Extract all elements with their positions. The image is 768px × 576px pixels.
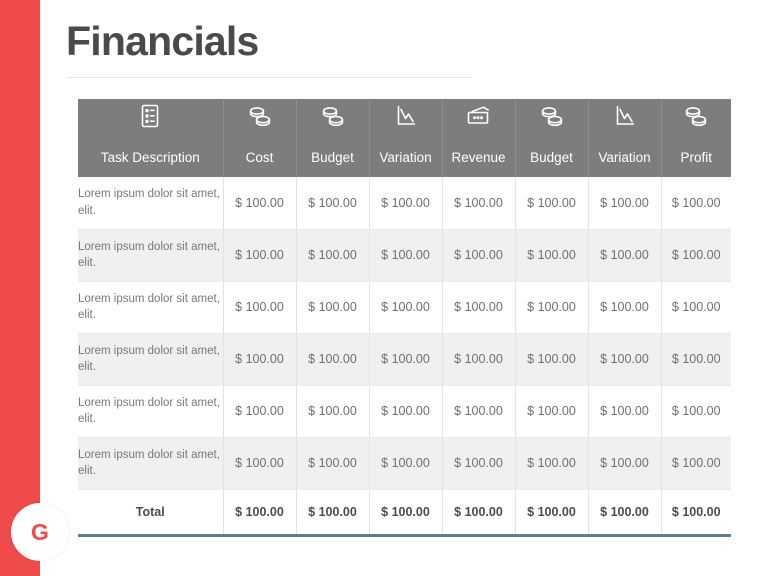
- cell-budget-1: $ 100.00: [296, 229, 370, 282]
- cell-budget-1: $ 100.00: [296, 385, 370, 438]
- header-icon-cell-variation-1: [369, 99, 443, 137]
- header-icon-cell-revenue: [442, 99, 516, 137]
- cell-revenue: $ 100.00: [442, 229, 516, 282]
- column-header-budget-1: Budget: [296, 137, 370, 177]
- cell-revenue: $ 100.00: [442, 437, 516, 490]
- cell-cost: $ 100.00: [223, 385, 297, 438]
- coin-stack-icon: [539, 104, 565, 128]
- table-row: Lorem ipsum dolor sit amet, elit. $ 100.…: [78, 281, 731, 334]
- cell-budget-1: $ 100.00: [296, 333, 370, 386]
- cell-budget-2: $ 100.00: [515, 229, 589, 282]
- cell-budget-2: $ 100.00: [515, 437, 589, 490]
- cell-description: Lorem ipsum dolor sit amet, elit.: [78, 281, 224, 334]
- column-header-task-description: Task Description: [78, 137, 224, 177]
- cell-cost: $ 100.00: [223, 333, 297, 386]
- cell-profit: $ 100.00: [661, 177, 731, 230]
- coin-stack-icon: [683, 104, 709, 128]
- header-icon-cell-budget-2: [515, 99, 589, 137]
- line-chart-icon: [614, 104, 636, 128]
- cell-profit: $ 100.00: [661, 437, 731, 490]
- cell-budget-1: $ 100.00: [296, 177, 370, 230]
- total-variation-2: $ 100.00: [588, 488, 662, 537]
- table-total-row: Total $ 100.00 $ 100.00 $ 100.00 $ 100.0…: [78, 488, 731, 537]
- cell-profit: $ 100.00: [661, 333, 731, 386]
- cell-revenue: $ 100.00: [442, 281, 516, 334]
- financials-table: Task Description Cost Budget Variation R…: [78, 99, 731, 537]
- cell-budget-1: $ 100.00: [296, 281, 370, 334]
- header-icon-row: [78, 99, 731, 137]
- column-header-profit: Profit: [661, 137, 731, 177]
- header-icon-cell-profit: [661, 99, 731, 137]
- cell-variation-1: $ 100.00: [369, 385, 443, 438]
- table-header: Task Description Cost Budget Variation R…: [78, 99, 731, 177]
- total-budget-1: $ 100.00: [296, 488, 370, 537]
- logo-letter: G: [31, 518, 49, 545]
- cell-cost: $ 100.00: [223, 229, 297, 282]
- total-revenue: $ 100.00: [442, 488, 516, 537]
- cell-variation-1: $ 100.00: [369, 229, 443, 282]
- cell-variation-2: $ 100.00: [588, 333, 662, 386]
- cell-variation-1: $ 100.00: [369, 177, 443, 230]
- cell-variation-2: $ 100.00: [588, 437, 662, 490]
- cell-description: Lorem ipsum dolor sit amet, elit.: [78, 333, 224, 386]
- line-chart-icon: [395, 104, 417, 128]
- coin-stack-icon: [247, 104, 273, 128]
- cell-budget-1: $ 100.00: [296, 437, 370, 490]
- table-row: Lorem ipsum dolor sit amet, elit. $ 100.…: [78, 229, 731, 282]
- cell-budget-2: $ 100.00: [515, 385, 589, 438]
- total-budget-2: $ 100.00: [515, 488, 589, 537]
- cell-cost: $ 100.00: [223, 437, 297, 490]
- cell-variation-1: $ 100.00: [369, 281, 443, 334]
- cell-budget-2: $ 100.00: [515, 177, 589, 230]
- total-cost: $ 100.00: [223, 488, 297, 537]
- total-label: Total: [78, 488, 224, 537]
- cell-description: Lorem ipsum dolor sit amet, elit.: [78, 385, 224, 438]
- banknote-icon: [465, 104, 493, 128]
- table-row: Lorem ipsum dolor sit amet, elit. $ 100.…: [78, 437, 731, 490]
- cell-cost: $ 100.00: [223, 281, 297, 334]
- title-block: Financials: [66, 18, 472, 79]
- header-label-row: Task Description Cost Budget Variation R…: [78, 137, 731, 177]
- total-variation-1: $ 100.00: [369, 488, 443, 537]
- table-body: Lorem ipsum dolor sit amet, elit. $ 100.…: [78, 177, 731, 537]
- table-row: Lorem ipsum dolor sit amet, elit. $ 100.…: [78, 385, 731, 438]
- cell-description: Lorem ipsum dolor sit amet, elit.: [78, 437, 224, 490]
- cell-profit: $ 100.00: [661, 281, 731, 334]
- header-icon-cell-variation-2: [588, 99, 662, 137]
- table-row: Lorem ipsum dolor sit amet, elit. $ 100.…: [78, 333, 731, 386]
- cell-description: Lorem ipsum dolor sit amet, elit.: [78, 229, 224, 282]
- cell-variation-1: $ 100.00: [369, 333, 443, 386]
- coin-stack-icon: [320, 104, 346, 128]
- cell-variation-2: $ 100.00: [588, 229, 662, 282]
- cell-cost: $ 100.00: [223, 177, 297, 230]
- column-header-revenue: Revenue: [442, 137, 516, 177]
- column-header-variation-2: Variation: [588, 137, 662, 177]
- logo-badge: G: [11, 503, 69, 561]
- slide-canvas: G Financials Task Description Cost Budge…: [0, 0, 768, 576]
- cell-profit: $ 100.00: [661, 385, 731, 438]
- cell-variation-2: $ 100.00: [588, 177, 662, 230]
- column-header-budget-2: Budget: [515, 137, 589, 177]
- cell-revenue: $ 100.00: [442, 177, 516, 230]
- header-icon-cell-task-description: [78, 99, 224, 137]
- cell-description: Lorem ipsum dolor sit amet, elit.: [78, 177, 224, 230]
- cell-variation-2: $ 100.00: [588, 281, 662, 334]
- left-accent-bar: [0, 0, 40, 576]
- cell-profit: $ 100.00: [661, 229, 731, 282]
- cell-variation-2: $ 100.00: [588, 385, 662, 438]
- page-title: Financials: [66, 18, 259, 64]
- column-header-variation-1: Variation: [369, 137, 443, 177]
- header-icon-cell-cost: [223, 99, 297, 137]
- cell-revenue: $ 100.00: [442, 385, 516, 438]
- cell-variation-1: $ 100.00: [369, 437, 443, 490]
- document-list-icon: [140, 104, 160, 128]
- total-profit: $ 100.00: [661, 488, 731, 537]
- header-icon-cell-budget-1: [296, 99, 370, 137]
- table-row: Lorem ipsum dolor sit amet, elit. $ 100.…: [78, 177, 731, 230]
- title-divider: [66, 77, 472, 79]
- column-header-cost: Cost: [223, 137, 297, 177]
- cell-revenue: $ 100.00: [442, 333, 516, 386]
- cell-budget-2: $ 100.00: [515, 281, 589, 334]
- cell-budget-2: $ 100.00: [515, 333, 589, 386]
